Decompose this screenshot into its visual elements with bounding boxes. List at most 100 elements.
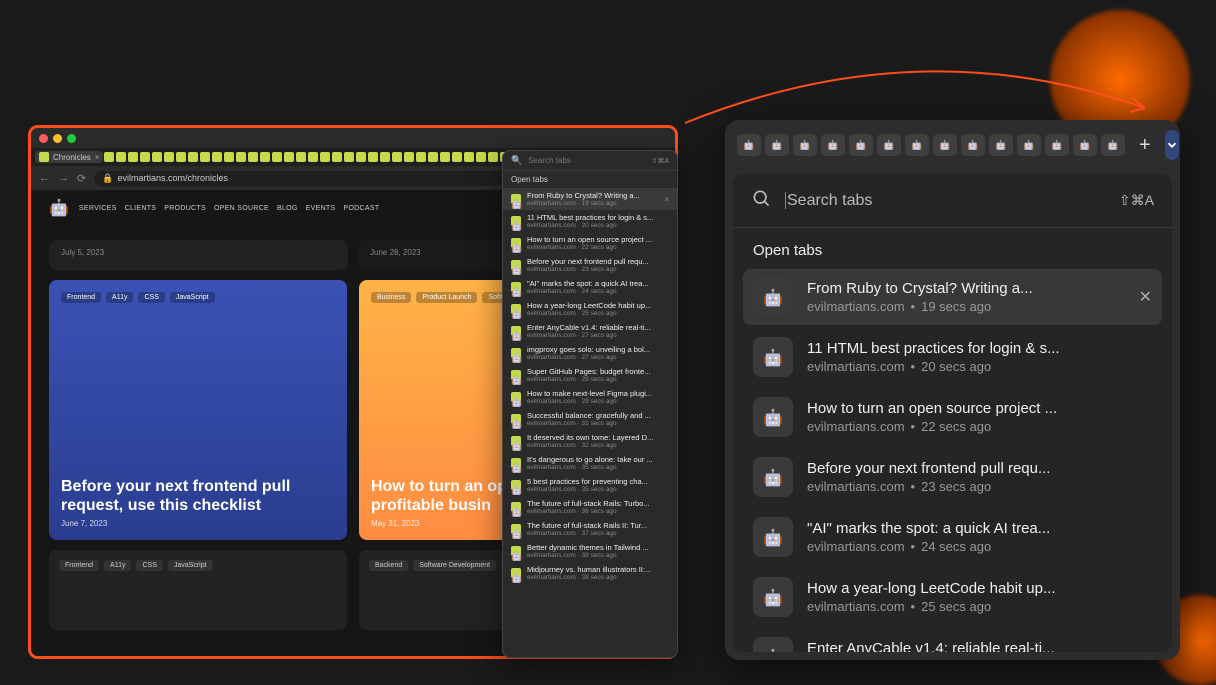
tab-result-item[interactable]: How a year-long LeetCode habit up... evi… — [743, 569, 1162, 625]
tab-favicon[interactable] — [440, 152, 450, 162]
tab-favicon[interactable] — [476, 152, 486, 162]
tab-favicon[interactable] — [793, 134, 817, 156]
tab-favicon[interactable] — [152, 152, 162, 162]
tab-favicon[interactable] — [236, 152, 246, 162]
tab-favicon[interactable] — [212, 152, 222, 162]
tab-result-item[interactable]: The future of full-stack Rails II: Tur..… — [503, 518, 677, 540]
tag-badge[interactable]: A11y — [106, 292, 133, 303]
tab-favicon[interactable] — [404, 152, 414, 162]
tag-badge[interactable]: Frontend — [59, 560, 99, 571]
tab-favicon[interactable] — [877, 134, 901, 156]
tab-result-item[interactable]: "AI" marks the spot: a quick AI trea... … — [503, 276, 677, 298]
tab-favicon[interactable] — [260, 152, 270, 162]
tab-result-item[interactable]: It deserved its own tome: Layered D... e… — [503, 430, 677, 452]
blog-card[interactable]: July 5, 2023 — [49, 240, 348, 270]
tab-result-item[interactable]: Enter AnyCable v1.4: reliable real-ti...… — [503, 320, 677, 342]
tab-favicon[interactable] — [296, 152, 306, 162]
tab-favicon[interactable] — [464, 152, 474, 162]
tab-favicon[interactable] — [104, 152, 114, 162]
search-input[interactable]: Search tabs — [785, 192, 1105, 210]
tab-favicon[interactable] — [1017, 134, 1041, 156]
tab-favicon[interactable] — [356, 152, 366, 162]
reload-button[interactable]: ⟳ — [77, 172, 86, 185]
tab-favicon[interactable] — [1045, 134, 1069, 156]
back-button[interactable]: ← — [39, 172, 50, 184]
tab-favicon[interactable] — [272, 152, 282, 162]
tab-result-item[interactable]: How to make next-level Figma plugi... ev… — [503, 386, 677, 408]
nav-link[interactable]: OPEN SOURCE — [214, 205, 269, 212]
tab-result-item[interactable]: From Ruby to Crystal? Writing a... evilm… — [503, 188, 677, 210]
active-tab[interactable]: Chronicles × — [35, 151, 103, 163]
tab-result-item[interactable]: 11 HTML best practices for login & s... … — [503, 210, 677, 232]
tag-badge[interactable]: Backend — [369, 560, 408, 571]
tab-favicon[interactable] — [116, 152, 126, 162]
tab-result-item[interactable]: Before your next frontend pull requ... e… — [743, 449, 1162, 505]
tab-favicon[interactable] — [905, 134, 929, 156]
tab-favicon[interactable] — [164, 152, 174, 162]
tag-badge[interactable]: JavaScript — [168, 560, 213, 571]
nav-link[interactable]: CLIENTS — [125, 205, 157, 212]
tab-favicon[interactable] — [380, 152, 390, 162]
tab-favicon[interactable] — [933, 134, 957, 156]
tag-badge[interactable]: Software Development — [413, 560, 496, 571]
close-window[interactable] — [39, 134, 48, 143]
tab-favicon[interactable] — [128, 152, 138, 162]
search-input[interactable] — [528, 156, 645, 165]
tab-result-item[interactable]: The future of full-stack Rails: Turbo...… — [503, 496, 677, 518]
tab-result-item[interactable]: 5 best practices for preventing cha... e… — [503, 474, 677, 496]
featured-card[interactable]: FrontendA11yCSSJavaScript Before your ne… — [49, 280, 347, 540]
tab-favicon[interactable] — [188, 152, 198, 162]
tab-favicon[interactable] — [224, 152, 234, 162]
tab-favicon[interactable] — [248, 152, 258, 162]
tab-result-item[interactable]: 11 HTML best practices for login & s... … — [743, 329, 1162, 385]
forward-button[interactable]: → — [58, 172, 69, 184]
site-logo-icon[interactable] — [49, 198, 69, 218]
tab-favicon[interactable] — [284, 152, 294, 162]
tab-favicon[interactable] — [368, 152, 378, 162]
tab-favicon[interactable] — [821, 134, 845, 156]
tab-result-item[interactable]: Super GitHub Pages: budget fronte... evi… — [503, 364, 677, 386]
tab-result-item[interactable]: From Ruby to Crystal? Writing a... evilm… — [743, 269, 1162, 325]
tag-badge[interactable]: CSS — [138, 292, 164, 303]
minimize-window[interactable] — [53, 134, 62, 143]
tag-badge[interactable]: Product Launch — [416, 292, 477, 303]
tabs-dropdown-button[interactable] — [1165, 130, 1179, 160]
tab-result-item[interactable]: How to turn an open source project ... e… — [743, 389, 1162, 445]
tab-favicon[interactable] — [961, 134, 985, 156]
tab-favicon[interactable] — [737, 134, 761, 156]
maximize-window[interactable] — [67, 134, 76, 143]
tab-favicon[interactable] — [989, 134, 1013, 156]
close-icon[interactable]: × — [664, 195, 669, 204]
tab-favicon[interactable] — [765, 134, 789, 156]
tab-result-item[interactable]: How to turn an open source project ... e… — [503, 232, 677, 254]
tab-favicon[interactable] — [1073, 134, 1097, 156]
tag-badge[interactable]: A11y — [104, 560, 131, 571]
nav-link[interactable]: BLOG — [277, 205, 298, 212]
tab-favicon[interactable] — [308, 152, 318, 162]
tab-result-item[interactable]: Enter AnyCable v1.4: reliable real-ti...… — [743, 629, 1162, 652]
window-controls[interactable] — [39, 134, 76, 143]
nav-link[interactable]: SERVICES — [79, 205, 117, 212]
tab-favicon[interactable] — [849, 134, 873, 156]
tab-result-item[interactable]: Better dynamic themes in Tailwind ... ev… — [503, 540, 677, 562]
tab-result-item[interactable]: How a year-long LeetCode habit up... evi… — [503, 298, 677, 320]
tag-badge[interactable]: Frontend — [61, 292, 101, 303]
tab-result-item[interactable]: Midjourney vs. human illustrators II:...… — [503, 562, 677, 584]
tab-favicon[interactable] — [176, 152, 186, 162]
tab-favicon[interactable] — [452, 152, 462, 162]
tab-favicon[interactable] — [416, 152, 426, 162]
nav-link[interactable]: PODCAST — [343, 205, 379, 212]
nav-link[interactable]: EVENTS — [306, 205, 336, 212]
nav-link[interactable]: PRODUCTS — [164, 205, 206, 212]
tab-favicon[interactable] — [200, 152, 210, 162]
close-tab-icon[interactable]: × — [95, 153, 100, 162]
tab-favicon[interactable] — [488, 152, 498, 162]
tab-favicon[interactable] — [140, 152, 150, 162]
tag-badge[interactable]: CSS — [136, 560, 162, 571]
tab-favicon[interactable] — [428, 152, 438, 162]
tab-favicon[interactable] — [1101, 134, 1125, 156]
blog-card[interactable]: Frontend A11y CSS JavaScript — [49, 550, 347, 630]
tab-result-item[interactable]: It's dangerous to go alone: take our ...… — [503, 452, 677, 474]
tab-result-item[interactable]: imgproxy goes solo: unveiling a bol... e… — [503, 342, 677, 364]
tab-favicon[interactable] — [332, 152, 342, 162]
